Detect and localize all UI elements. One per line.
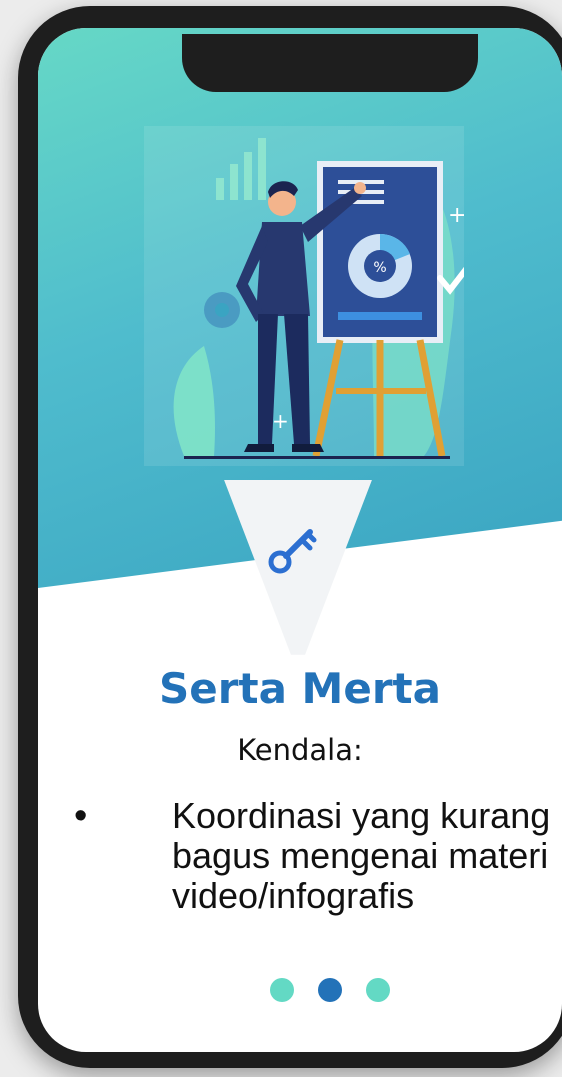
svg-text:+: +: [272, 409, 289, 433]
presentation-illustration: % + +: [144, 126, 464, 466]
pagination-dots: [270, 978, 400, 1004]
bullet-marker: •: [74, 795, 88, 837]
svg-text:+: +: [448, 203, 464, 228]
slide-subtitle: Kendala:: [237, 733, 363, 767]
page-dot-3[interactable]: [366, 978, 390, 1002]
phone-screen: % + + Serta Merta Kendala: • Koordinasi …: [38, 28, 562, 1052]
key-icon: [268, 529, 317, 574]
page-dot-2-active[interactable]: [318, 978, 342, 1002]
slide-title: Serta Merta: [159, 664, 441, 713]
svg-text:%: %: [373, 260, 386, 276]
page-dot-1[interactable]: [270, 978, 294, 1002]
bullet-item: Koordinasi yang kurang bagus mengenai ma…: [172, 795, 551, 916]
phone-notch: [182, 34, 478, 92]
key-badge: [210, 480, 386, 662]
